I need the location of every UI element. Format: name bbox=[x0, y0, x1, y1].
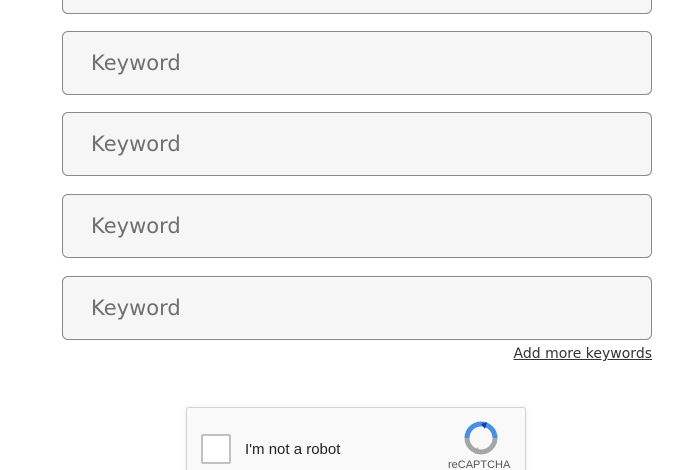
keyword-form: Add more keywords I'm not a robot reCAPT… bbox=[0, 0, 700, 470]
recaptcha-widget: I'm not a robot reCAPTCHA bbox=[186, 407, 526, 470]
keyword-input-3[interactable] bbox=[63, 113, 651, 175]
keyword-field-1[interactable] bbox=[62, 0, 652, 14]
recaptcha-logo-icon bbox=[464, 421, 498, 455]
keyword-field-4[interactable] bbox=[62, 194, 652, 258]
keyword-input-5[interactable] bbox=[63, 277, 651, 339]
recaptcha-brand: reCAPTCHA bbox=[448, 459, 511, 470]
keyword-input-2[interactable] bbox=[63, 32, 651, 94]
add-more-keywords-link[interactable]: Add more keywords bbox=[514, 346, 652, 362]
keyword-input-4[interactable] bbox=[63, 195, 651, 257]
keyword-field-3[interactable] bbox=[62, 112, 652, 176]
recaptcha-checkbox[interactable] bbox=[201, 434, 231, 464]
keyword-input-1[interactable] bbox=[63, 0, 651, 13]
keyword-field-2[interactable] bbox=[62, 31, 652, 95]
keyword-field-5[interactable] bbox=[62, 276, 652, 340]
recaptcha-checkbox-label: I'm not a robot bbox=[245, 441, 341, 458]
